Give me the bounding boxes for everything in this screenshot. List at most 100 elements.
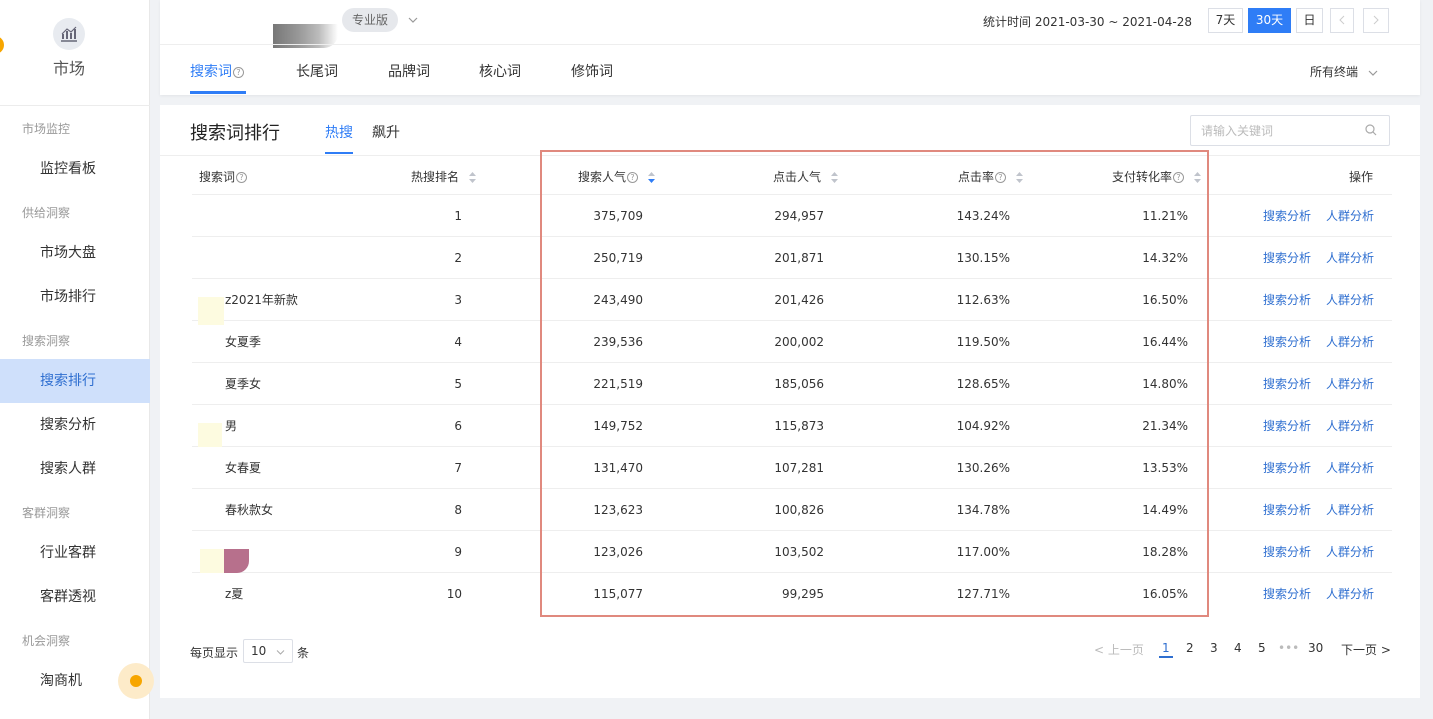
- sidebar-item-search-crowd[interactable]: 搜索人群: [0, 447, 150, 491]
- sidebar-item-industry-customers[interactable]: 行业客群: [0, 531, 150, 575]
- search-icon[interactable]: [1365, 124, 1377, 136]
- per-page-value: 10: [251, 644, 267, 658]
- redacted-thumbnail: [198, 423, 222, 447]
- period-30d-button[interactable]: 30天: [1248, 8, 1291, 33]
- chevron-down-icon: [1368, 70, 1378, 76]
- crowd-analysis-link[interactable]: 人群分析: [1326, 291, 1374, 308]
- sidebar-group-supply-insight: 供给洞察: [22, 206, 71, 220]
- page-4-button[interactable]: 4: [1234, 641, 1242, 655]
- active-tab-indicator: [190, 91, 246, 94]
- cell-hot-rank: 6: [454, 419, 462, 433]
- cell-search-term[interactable]: z2021年新款: [225, 291, 298, 308]
- crowd-analysis-link[interactable]: 人群分析: [1326, 207, 1374, 224]
- subtab-hot-search[interactable]: 热搜: [325, 122, 353, 142]
- period-7d-button[interactable]: 7天: [1208, 8, 1243, 33]
- prev-page-button[interactable]: < 上一页: [1094, 641, 1144, 658]
- header-actions: 操作: [1349, 170, 1374, 184]
- crowd-analysis-link[interactable]: 人群分析: [1326, 375, 1374, 392]
- cell-search-term[interactable]: 夏季女: [225, 375, 261, 392]
- redacted-thumbnail: [224, 549, 249, 573]
- page-30-button[interactable]: 30: [1308, 641, 1323, 655]
- subtab-rising[interactable]: 飙升: [372, 122, 400, 142]
- floating-assistant-icon[interactable]: [118, 663, 154, 699]
- cell-search-term[interactable]: 女夏季: [225, 333, 261, 350]
- search-analysis-link[interactable]: 搜索分析: [1263, 249, 1311, 266]
- redacted-thumbnail: [200, 549, 225, 573]
- page-ellipsis[interactable]: •••: [1278, 641, 1299, 655]
- sidebar-item-market-ranking[interactable]: 市场排行: [0, 275, 150, 319]
- sort-icon[interactable]: [468, 172, 476, 183]
- cell-search-term[interactable]: 春秋款女: [225, 501, 273, 518]
- sidebar-divider: [0, 105, 150, 106]
- keyword-search-box[interactable]: [1190, 115, 1390, 146]
- sidebar: 市场 市场监控 监控看板 供给洞察 市场大盘 市场排行 搜索洞察 搜索排行 搜索…: [0, 0, 154, 719]
- search-analysis-link[interactable]: 搜索分析: [1263, 585, 1311, 602]
- sidebar-item-market-overview[interactable]: 市场大盘: [0, 231, 150, 275]
- chevron-down-icon[interactable]: [408, 12, 418, 26]
- crowd-analysis-link[interactable]: 人群分析: [1326, 333, 1374, 350]
- keyword-search-input[interactable]: [1191, 116, 1351, 145]
- notification-dot: [0, 36, 4, 54]
- market-chart-icon[interactable]: [53, 18, 85, 50]
- tab-core[interactable]: 核心词: [479, 61, 521, 81]
- tab-modifier[interactable]: 修饰词: [571, 61, 613, 81]
- cell-hot-rank: 9: [454, 545, 462, 559]
- crowd-analysis-link[interactable]: 人群分析: [1326, 459, 1374, 476]
- tab-label: 搜索词: [190, 64, 232, 80]
- header-hot-rank[interactable]: 热搜排名: [411, 168, 476, 185]
- crowd-analysis-link[interactable]: 人群分析: [1326, 249, 1374, 266]
- cell-hot-rank: 2: [454, 251, 462, 265]
- help-icon[interactable]: ?: [233, 66, 244, 78]
- help-icon[interactable]: ?: [236, 172, 248, 183]
- tab-search-term[interactable]: 搜索词?: [190, 61, 244, 81]
- sidebar-group-opportunity-insight: 机会洞察: [22, 634, 71, 648]
- next-page-button[interactable]: 下一页 >: [1341, 641, 1391, 658]
- page-5-button[interactable]: 5: [1258, 641, 1266, 655]
- cell-hot-rank: 7: [454, 461, 462, 475]
- search-analysis-link[interactable]: 搜索分析: [1263, 375, 1311, 392]
- search-analysis-link[interactable]: 搜索分析: [1263, 207, 1311, 224]
- terminal-select[interactable]: 所有终端: [1310, 63, 1378, 80]
- chevron-right-icon: [1373, 15, 1379, 25]
- cell-search-term[interactable]: z夏: [225, 585, 243, 602]
- crowd-analysis-link[interactable]: 人群分析: [1326, 501, 1374, 518]
- tab-brand[interactable]: 品牌词: [388, 61, 430, 81]
- search-analysis-link[interactable]: 搜索分析: [1263, 543, 1311, 560]
- next-period-button[interactable]: [1363, 8, 1389, 33]
- edition-badge[interactable]: 专业版: [342, 8, 398, 32]
- tab-long-tail[interactable]: 长尾词: [296, 61, 338, 81]
- search-analysis-link[interactable]: 搜索分析: [1263, 417, 1311, 434]
- page-2-button[interactable]: 2: [1186, 641, 1194, 655]
- redacted-thumbnail: [198, 297, 224, 325]
- search-ranking-panel: 搜索词排行 热搜 飙升 搜索词? 热搜排名 搜索人气? 点击人气 点击率? 支付…: [160, 105, 1420, 698]
- sidebar-item-monitor-board[interactable]: 监控看板: [0, 147, 150, 191]
- market-label[interactable]: 市场: [0, 55, 138, 79]
- cell-search-term[interactable]: 女春夏: [225, 459, 261, 476]
- prev-period-button[interactable]: [1330, 8, 1354, 33]
- cell-hot-rank: 1: [454, 209, 462, 223]
- highlight-box: [540, 150, 1209, 617]
- cell-hot-rank: 5: [454, 377, 462, 391]
- header-divider: [160, 44, 1420, 45]
- crowd-analysis-link[interactable]: 人群分析: [1326, 543, 1374, 560]
- active-subtab-indicator: [325, 152, 353, 154]
- terminal-label: 所有终端: [1310, 65, 1359, 79]
- search-analysis-link[interactable]: 搜索分析: [1263, 291, 1311, 308]
- search-analysis-link[interactable]: 搜索分析: [1263, 501, 1311, 518]
- crowd-analysis-link[interactable]: 人群分析: [1326, 417, 1374, 434]
- crowd-analysis-link[interactable]: 人群分析: [1326, 585, 1374, 602]
- sidebar-item-customer-perspective[interactable]: 客群透视: [0, 575, 150, 619]
- sidebar-group-search-insight: 搜索洞察: [22, 334, 71, 348]
- sidebar-item-search-analysis[interactable]: 搜索分析: [0, 403, 150, 447]
- page-3-button[interactable]: 3: [1210, 641, 1218, 655]
- search-analysis-link[interactable]: 搜索分析: [1263, 333, 1311, 350]
- sidebar-item-search-ranking[interactable]: 搜索排行: [0, 359, 150, 403]
- search-analysis-link[interactable]: 搜索分析: [1263, 459, 1311, 476]
- per-page-select[interactable]: 10: [243, 639, 293, 663]
- chevron-down-icon: [276, 640, 285, 662]
- period-day-button[interactable]: 日: [1296, 8, 1323, 33]
- page-1-button[interactable]: 1: [1159, 641, 1173, 658]
- header-label: 搜索词: [199, 170, 236, 184]
- cell-search-term[interactable]: 男: [225, 417, 237, 434]
- per-page-unit: 条: [297, 646, 310, 660]
